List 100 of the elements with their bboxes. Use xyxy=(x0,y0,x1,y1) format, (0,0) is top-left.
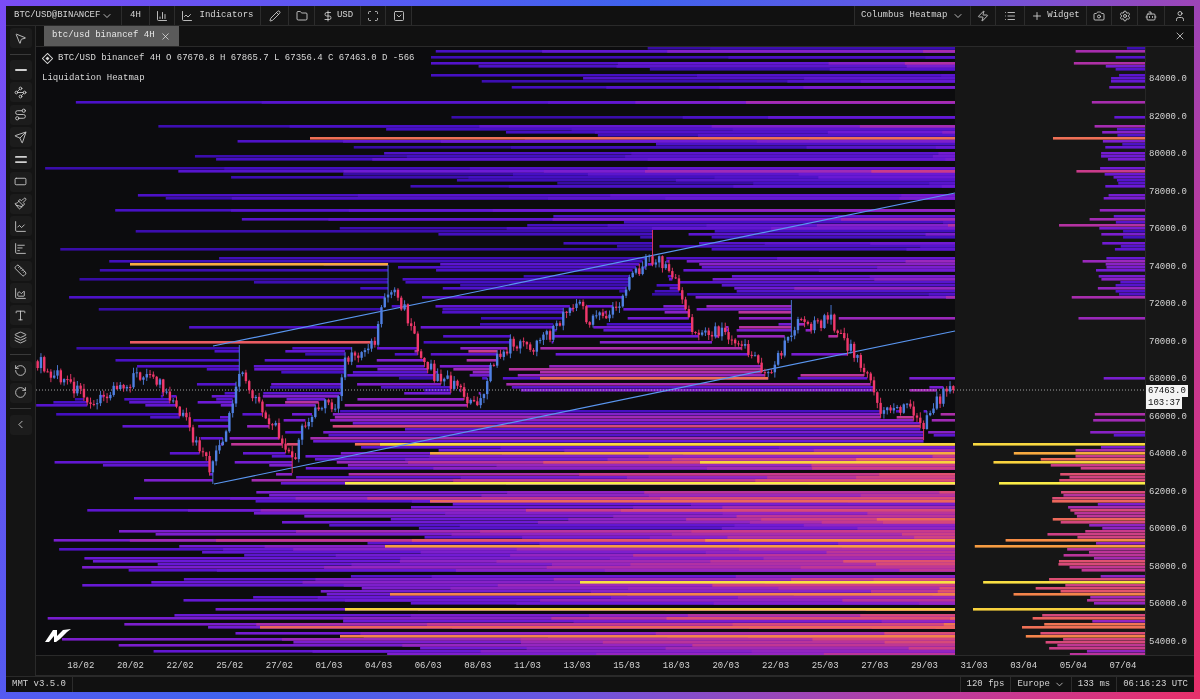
undo-button[interactable] xyxy=(9,360,32,381)
route-icon xyxy=(14,108,27,122)
price-label: 80000.0 xyxy=(1149,149,1188,160)
tool-button[interactable] xyxy=(9,82,32,103)
lightning-button[interactable] xyxy=(970,6,995,25)
price-label: 82000.0 xyxy=(1149,111,1188,122)
last-price-label: 67463.0 xyxy=(1146,385,1188,397)
region-dropdown[interactable]: Europe xyxy=(1010,677,1071,692)
price-label: 70000.0 xyxy=(1149,336,1188,347)
tool-button[interactable] xyxy=(9,305,32,326)
list-button[interactable] xyxy=(995,6,1024,25)
currency-button[interactable]: USD xyxy=(315,6,361,25)
screenshot-button[interactable] xyxy=(1086,6,1111,25)
price-label: 54000.0 xyxy=(1149,636,1188,647)
date-label: 01/03 xyxy=(314,659,344,672)
date-label: 31/03 xyxy=(959,659,989,672)
tool-button[interactable] xyxy=(9,171,32,192)
date-label: 20/02 xyxy=(115,659,145,672)
price-label: 60000.0 xyxy=(1149,524,1188,535)
price-label: 76000.0 xyxy=(1149,224,1188,235)
indicator-label: Liquidation Heatmap xyxy=(42,72,146,84)
date-label: 27/03 xyxy=(860,659,890,672)
layers-icon xyxy=(14,331,27,345)
tool-button[interactable] xyxy=(9,104,32,125)
tool-button[interactable] xyxy=(9,60,32,81)
fullscreen-button[interactable] xyxy=(361,6,386,25)
logo-icon xyxy=(45,629,71,642)
date-label: 20/03 xyxy=(711,659,741,672)
date-label: 11/03 xyxy=(512,659,542,672)
price-label: 68000.0 xyxy=(1149,374,1188,385)
area-chart-icon xyxy=(14,286,27,300)
drawing-button[interactable] xyxy=(261,6,289,25)
paper-plane-icon xyxy=(14,130,27,144)
cursor-icon xyxy=(14,31,27,45)
latency-label: 133 ms xyxy=(1070,677,1117,692)
date-label: 27/02 xyxy=(264,659,294,672)
tool-button[interactable] xyxy=(9,327,32,348)
tool-button[interactable] xyxy=(9,283,32,304)
tool-button[interactable] xyxy=(9,28,32,48)
date-label: 22/02 xyxy=(165,659,195,672)
clock-label: 06:16:23 UTC xyxy=(1116,677,1194,692)
widget-button[interactable]: Widget xyxy=(1024,6,1086,25)
legend-text: BTC/USD binancef 4H O 67670.8 H 67865.7 L 67356.4 C 67463.0 D -566 xyxy=(58,52,415,64)
horizontal-line-icon xyxy=(14,69,27,72)
collapse-button[interactable] xyxy=(9,414,32,435)
lightning-icon xyxy=(977,9,989,22)
date-label: 08/03 xyxy=(463,659,493,672)
version-label: MMT v3.5.0 xyxy=(6,677,73,692)
waypoints-icon xyxy=(14,85,27,99)
brush-icon xyxy=(14,197,27,211)
date-label: 13/03 xyxy=(562,659,592,672)
camera-icon xyxy=(1093,9,1105,22)
symbol-dropdown[interactable]: BTC/USD@BINANCEF xyxy=(6,6,122,25)
interval-button[interactable]: 4H xyxy=(122,6,150,25)
close-icon xyxy=(159,30,171,42)
redo-icon xyxy=(14,386,27,400)
robot-icon xyxy=(1145,9,1157,22)
date-label: 18/03 xyxy=(661,659,691,672)
close-icon xyxy=(1174,30,1186,42)
countdown-label: 103:37 xyxy=(1146,397,1183,409)
dollar-icon xyxy=(321,9,334,22)
chart-type-button[interactable] xyxy=(150,6,175,25)
date-label: 29/03 xyxy=(909,659,939,672)
tool-button[interactable] xyxy=(9,260,32,281)
price-label: 58000.0 xyxy=(1149,561,1188,572)
settings-button[interactable] xyxy=(1111,6,1137,25)
tool-button[interactable] xyxy=(9,127,32,148)
date-label: 05/04 xyxy=(1058,659,1088,672)
robot-button[interactable] xyxy=(1137,6,1164,25)
layout-dropdown[interactable]: Columbus Heatmap xyxy=(854,6,970,25)
tool-button[interactable] xyxy=(9,238,32,259)
account-button[interactable] xyxy=(1164,6,1194,25)
ruler-icon xyxy=(14,264,27,278)
fullscreen-icon xyxy=(367,9,379,22)
folder-icon xyxy=(295,9,308,22)
date-label: 04/03 xyxy=(364,659,394,672)
date-label: 15/03 xyxy=(612,659,642,672)
more-button[interactable] xyxy=(386,6,412,25)
redo-button[interactable] xyxy=(9,382,32,403)
date-label: 18/02 xyxy=(66,659,96,672)
settings-icon xyxy=(1118,9,1131,22)
chart-tab[interactable]: btc/usd binancef 4H xyxy=(44,26,179,46)
line-chart-icon xyxy=(14,219,27,233)
price-label: 78000.0 xyxy=(1149,186,1188,197)
pencil-icon xyxy=(268,9,281,22)
date-label: 25/03 xyxy=(810,659,840,672)
plus-icon xyxy=(1031,9,1044,22)
price-label: 72000.0 xyxy=(1149,299,1188,310)
tool-button[interactable] xyxy=(9,216,32,237)
date-label: 07/04 xyxy=(1108,659,1138,672)
price-label: 66000.0 xyxy=(1149,411,1188,422)
tool-button[interactable] xyxy=(9,193,32,214)
undo-icon xyxy=(14,364,27,378)
price-label: 64000.0 xyxy=(1149,449,1188,460)
user-icon xyxy=(1173,9,1186,22)
text-icon xyxy=(14,308,27,322)
date-label: 25/02 xyxy=(215,659,245,672)
indicators-button[interactable]: Indicators xyxy=(175,6,261,25)
bar-chart-icon xyxy=(156,9,168,22)
tool-button[interactable] xyxy=(9,149,32,170)
